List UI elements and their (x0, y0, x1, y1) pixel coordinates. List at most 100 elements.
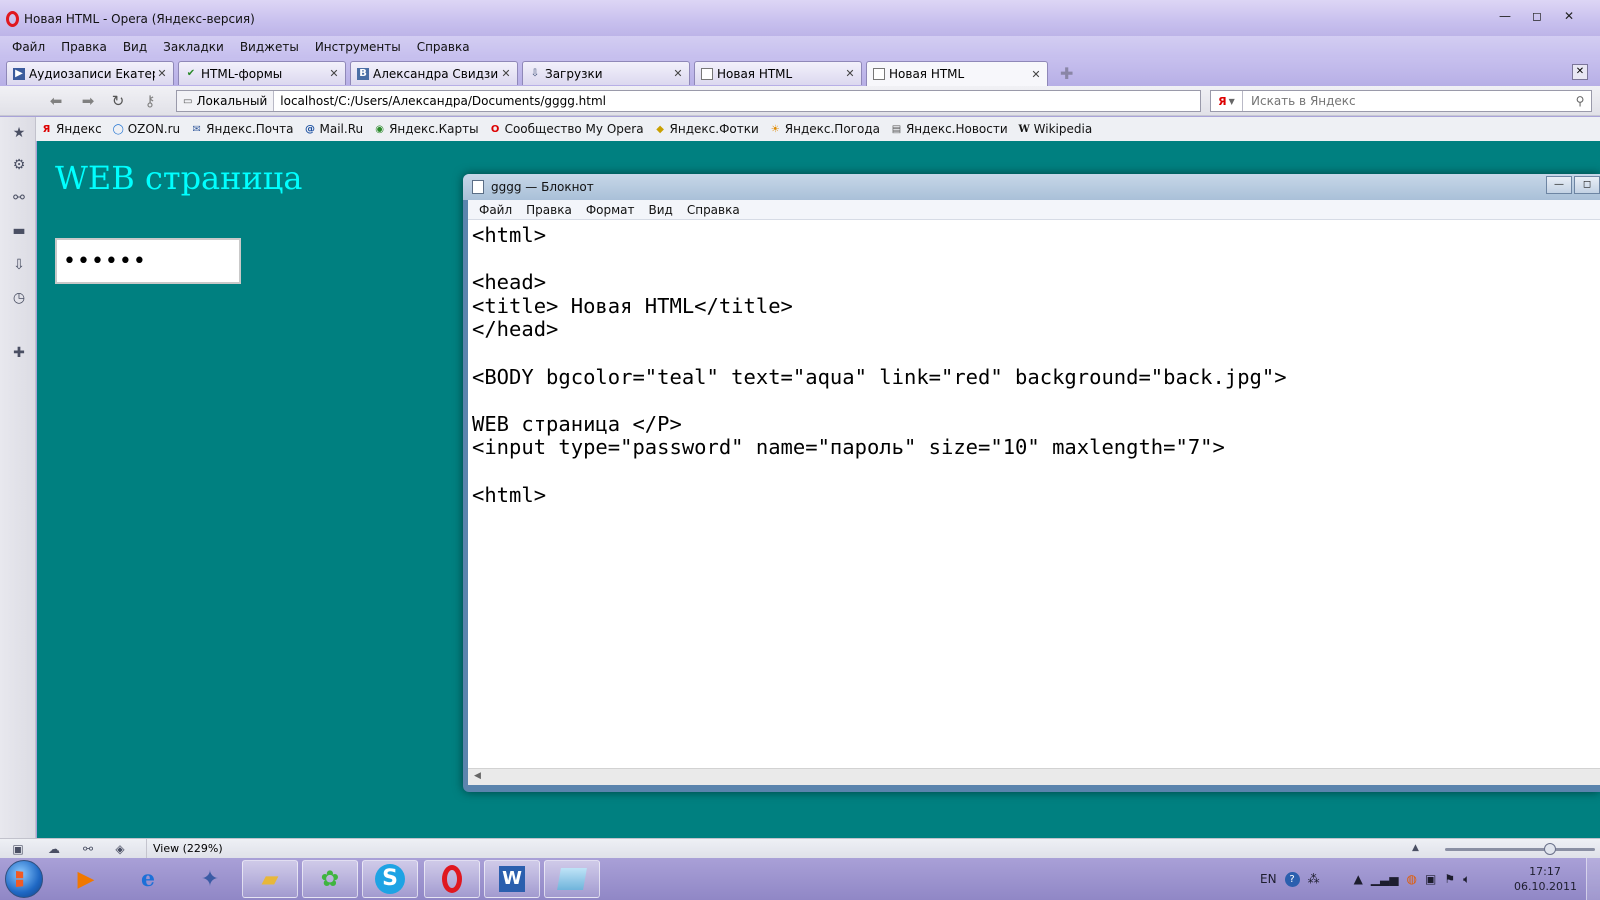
word-icon[interactable]: W (484, 860, 540, 898)
signal-bars-icon[interactable]: ▁▃▅ (1371, 872, 1399, 886)
reload-icon[interactable]: ↻ (108, 92, 128, 110)
action-center-flag-icon[interactable]: ⚑ (1444, 872, 1455, 886)
zoom-slider-thumb[interactable] (1544, 843, 1557, 855)
close-tab-icon[interactable]: ✕ (327, 67, 341, 80)
media-player-icon[interactable]: ▶ (58, 860, 114, 898)
close-tab-icon[interactable]: ✕ (1029, 68, 1043, 81)
notepad-menu-edit[interactable]: Правка (519, 203, 579, 217)
notepad-maximize-button[interactable]: ◻ (1574, 176, 1600, 194)
vk-icon: B (357, 67, 369, 80)
navigation-bar: ⬅ ➡ ↻ ⚷ ▭ Локальный localhost/C:/Users/А… (0, 86, 1600, 116)
bookmark-mailru[interactable]: @ Mail.Ru (304, 122, 363, 136)
back-arrow-icon[interactable]: ⬅ (46, 92, 66, 110)
start-button[interactable] (5, 860, 43, 898)
scroll-left-arrow-icon[interactable]: ◀ (474, 771, 481, 781)
tab-new-html-active[interactable]: Новая HTML ✕ (866, 61, 1048, 86)
tab-html-forms[interactable]: ✔ HTML-формы ✕ (178, 61, 346, 85)
zoom-slider[interactable] (1445, 843, 1595, 855)
opera-icon: O (490, 123, 500, 135)
search-engine-yandex-icon[interactable]: Я ▼ (1211, 91, 1243, 111)
search-icon[interactable]: ⚲ (1569, 94, 1591, 108)
notepad-content: <html> <head> <title> Новая HTML</title>… (472, 223, 1287, 507)
notepad-text-area[interactable]: <html> <head> <title> Новая HTML</title>… (468, 220, 1600, 768)
notepad-menu-format[interactable]: Формат (579, 203, 642, 217)
help-icon[interactable]: ? (1284, 871, 1300, 887)
bookmark-yandex-photos[interactable]: ◆ Яндекс.Фотки (654, 122, 759, 136)
volume-speaker-icon[interactable]: 🔈︎ (1463, 872, 1470, 887)
bookmarks-star-icon[interactable]: ★ (10, 125, 28, 143)
explorer-folder-icon[interactable]: ▰ (242, 860, 298, 898)
close-tab-icon[interactable]: ✕ (499, 67, 513, 80)
bookmark-yandex[interactable]: Я Яндекс (40, 122, 102, 136)
key-icon[interactable]: ⚷ (140, 92, 160, 110)
panel-toggle-icon[interactable]: ▣ (10, 842, 26, 856)
show-desktop-button[interactable] (1586, 858, 1600, 900)
menu-file[interactable]: Файл (4, 40, 53, 54)
address-security[interactable]: ▭ Локальный (177, 91, 275, 111)
menu-help[interactable]: Справка (409, 40, 478, 54)
browser-titlebar: Новая HTML - Opera (Яндекс-версия) — ◻ ✕ (0, 0, 1600, 36)
tab-vk-profile[interactable]: B Александра Свидзинс... ✕ (350, 61, 518, 85)
notes-icon[interactable]: ▬ (10, 223, 28, 241)
bookmark-yandex-weather[interactable]: ☀ Яндекс.Погода (769, 122, 880, 136)
menu-edit[interactable]: Правка (53, 40, 115, 54)
icq-icon[interactable]: ✿ (302, 860, 358, 898)
bookmark-yandex-maps[interactable]: ◉ Яндекс.Карты (373, 122, 478, 136)
maximize-button[interactable]: ◻ (1522, 6, 1552, 26)
history-clock-icon[interactable]: ◷ (10, 290, 28, 308)
tab-downloads[interactable]: ⇩ Загрузки ✕ (522, 61, 690, 85)
menu-bookmarks[interactable]: Закладки (155, 40, 232, 54)
turbo-cloud-icon[interactable]: ☁ (46, 842, 62, 856)
new-tab-plus-icon[interactable]: ✚ (1060, 64, 1073, 83)
close-tab-icon[interactable]: ✕ (155, 67, 169, 80)
unite-share-icon[interactable]: ⚯ (10, 190, 28, 208)
bookmark-label: Яндекс.Фотки (669, 122, 759, 136)
tray-clock[interactable]: 17:17 06.10.2011 (1514, 864, 1577, 894)
keyboard-options-icon[interactable]: ⁂ (1308, 872, 1320, 886)
search-input[interactable] (1243, 94, 1569, 108)
dragonfly-icon[interactable]: ◈ (112, 842, 128, 856)
bookmark-yandex-news[interactable]: ▤ Яндекс.Новости (890, 122, 1008, 136)
bookmark-wikipedia[interactable]: W Wikipedia (1018, 122, 1093, 136)
unite-icon[interactable]: ⚯ (80, 842, 96, 856)
add-panel-plus-icon[interactable]: ✚ (10, 345, 28, 363)
minimize-button[interactable]: — (1490, 6, 1520, 26)
address-bar[interactable]: ▭ Локальный localhost/C:/Users/Александр… (176, 90, 1201, 112)
wizard-icon[interactable]: ✦ (182, 860, 238, 898)
language-indicator[interactable]: EN (1260, 872, 1277, 886)
notepad-icon[interactable] (544, 860, 600, 898)
url-text[interactable]: localhost/C:/Users/Александра/Documents/… (274, 94, 606, 108)
tab-menu-icon[interactable]: ✕ (1572, 64, 1588, 80)
notepad-menu-file[interactable]: Файл (472, 203, 519, 217)
bookmark-yandex-mail[interactable]: ✉ Яндекс.Почта (190, 122, 293, 136)
menu-tools[interactable]: Инструменты (307, 40, 409, 54)
download-icon: ⇩ (530, 68, 540, 79)
zoom-menu-arrow-icon[interactable]: ▲ (1412, 843, 1419, 853)
notepad-minimize-button[interactable]: — (1546, 176, 1572, 194)
downloads-icon[interactable]: ⇩ (10, 257, 28, 275)
close-tab-icon[interactable]: ✕ (843, 67, 857, 80)
skype-icon[interactable]: S (362, 860, 418, 898)
close-button[interactable]: ✕ (1554, 6, 1584, 26)
window-title: Новая HTML - Opera (Яндекс-версия) (24, 12, 255, 26)
notepad-horizontal-scrollbar[interactable]: ◀ (468, 768, 1600, 785)
opera-tray-icon[interactable]: ◍ (1406, 872, 1416, 886)
internet-explorer-icon[interactable]: e (120, 860, 176, 898)
zoom-view-label[interactable]: View (229%) (146, 839, 223, 859)
show-hidden-icons-arrow[interactable]: ▲ (1354, 872, 1363, 886)
notepad-menu-help[interactable]: Справка (680, 203, 747, 217)
bookmark-ozon[interactable]: ◯ OZON.ru (112, 122, 181, 136)
notepad-menu-view[interactable]: Вид (642, 203, 680, 217)
opera-icon[interactable] (424, 860, 480, 898)
menu-view[interactable]: Вид (115, 40, 155, 54)
close-tab-icon[interactable]: ✕ (671, 67, 685, 80)
tab-new-html-1[interactable]: Новая HTML ✕ (694, 61, 862, 85)
gear-icon[interactable]: ⚙ (10, 157, 28, 175)
forward-arrow-icon[interactable]: ➡ (78, 92, 98, 110)
menu-widgets[interactable]: Виджеты (232, 40, 307, 54)
bookmark-my-opera[interactable]: O Сообщество My Opera (489, 122, 644, 136)
network-icon[interactable]: ▣ (1425, 872, 1436, 886)
password-input[interactable] (55, 238, 241, 284)
tab-audio[interactable]: ▶ Аудиозаписи Екатери... ✕ (6, 61, 174, 85)
photo-icon: ◆ (656, 123, 664, 135)
